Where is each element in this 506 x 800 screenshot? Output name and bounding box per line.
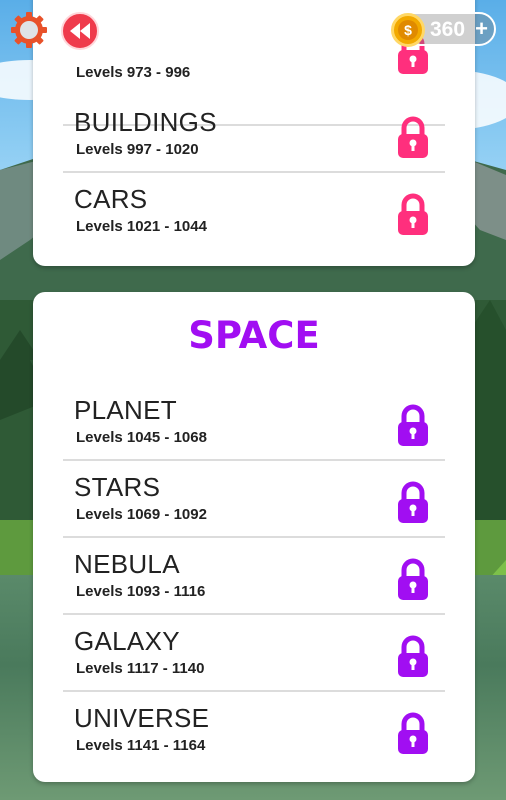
row-divider (63, 613, 445, 615)
level-range: Levels 1141 - 1164 (76, 737, 206, 754)
category-row-nebula[interactable]: NEBULA Levels 1093 - 1116 (63, 539, 445, 615)
coin-balance[interactable]: $ 360 + (390, 12, 496, 47)
row-divider (63, 690, 445, 692)
settings-button[interactable] (10, 11, 48, 49)
rewind-icon (70, 23, 90, 39)
category-name: GALAXY (74, 626, 180, 656)
level-range: Levels 1069 - 1092 (76, 506, 207, 523)
level-range: Levels 1093 - 1116 (76, 583, 206, 600)
lock-icon (398, 558, 428, 600)
category-row-stars[interactable]: STARS Levels 1069 - 1092 (63, 462, 445, 538)
category-row[interactable]: BUILDINGS Levels 997 - 1020 (63, 97, 445, 173)
lock-icon (398, 193, 428, 235)
coin-count: 360 (430, 18, 466, 41)
section-title: SPACE (188, 314, 320, 357)
category-name: CARS (74, 184, 148, 214)
lock-icon (398, 635, 428, 677)
category-row-planet[interactable]: PLANET Levels 1045 - 1068 (63, 385, 445, 461)
row-divider (63, 536, 445, 538)
category-name: BUILDINGS (74, 107, 217, 137)
back-button[interactable] (61, 12, 99, 50)
category-row[interactable]: CARS Levels 1021 - 1044 (63, 174, 445, 250)
dollar-coin-icon: $ (391, 13, 425, 47)
lock-icon (398, 404, 428, 446)
space-category-card: SPACE PLANET Levels 1045 - 1068 STARS Le… (33, 292, 475, 782)
category-row-galaxy[interactable]: GALAXY Levels 1117 - 1140 (63, 616, 445, 692)
lock-icon (398, 481, 428, 523)
row-divider (63, 459, 445, 461)
category-name: NEBULA (74, 549, 180, 579)
category-name: UNIVERSE (74, 703, 210, 733)
top-bar: $ 360 + (0, 0, 506, 60)
plus-icon[interactable]: + (475, 18, 488, 40)
level-range: Levels 997 - 1020 (76, 141, 199, 158)
gear-icon (11, 12, 47, 48)
level-range: Levels 1117 - 1140 (76, 660, 205, 677)
category-name: STARS (74, 472, 161, 502)
row-divider (63, 171, 445, 173)
coin-symbol: $ (398, 20, 418, 40)
lock-icon (398, 116, 428, 158)
category-name: PLANET (74, 395, 177, 425)
level-range: Levels 1045 - 1068 (76, 429, 207, 446)
level-range: Levels 973 - 996 (76, 64, 191, 81)
level-range: Levels 1021 - 1044 (76, 218, 207, 235)
category-row-universe[interactable]: UNIVERSE Levels 1141 - 1164 (63, 693, 445, 769)
lock-icon (398, 712, 428, 754)
